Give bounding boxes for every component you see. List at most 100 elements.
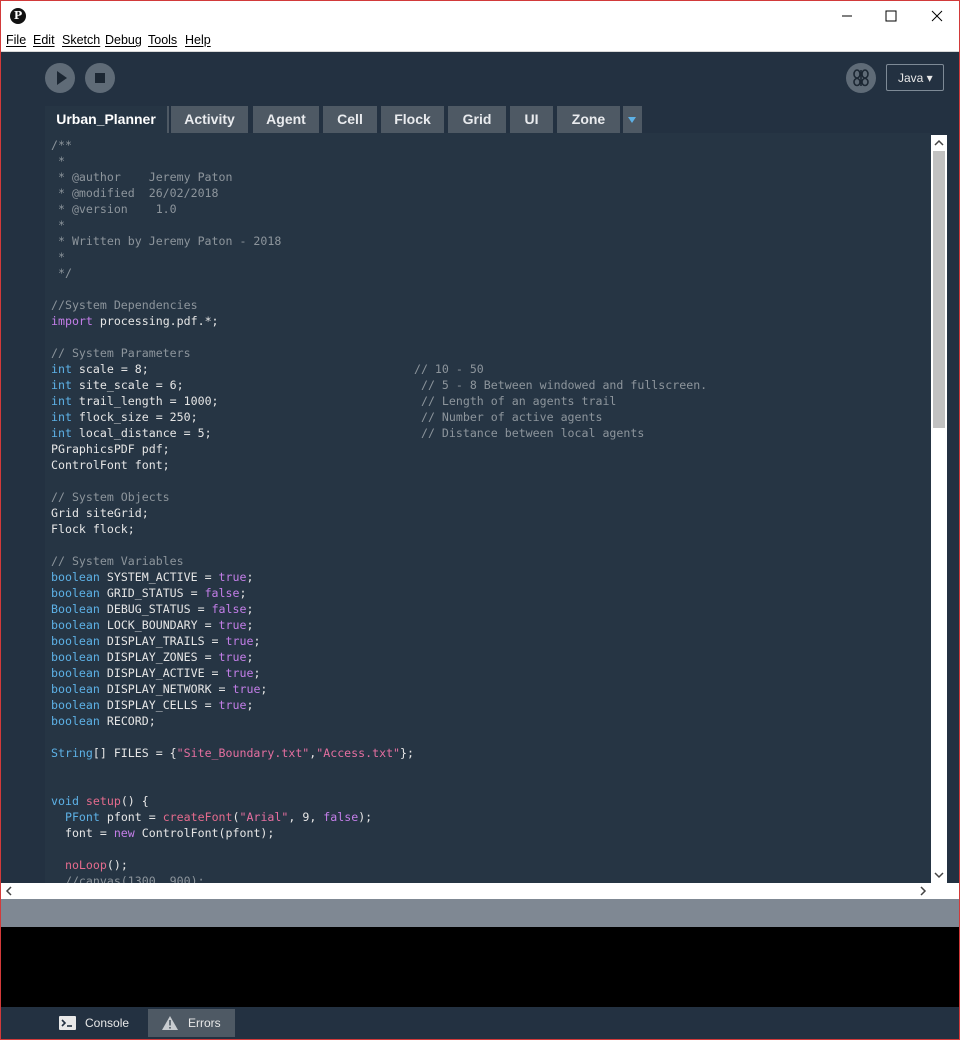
console-tab-label: Console bbox=[85, 1016, 130, 1030]
menu-sketch[interactable]: Sketch bbox=[62, 33, 100, 47]
code-token: GRID_STATUS = bbox=[99, 586, 205, 600]
code-line: 36boolean DISPLAY_CELLS = true; bbox=[45, 697, 707, 713]
code-token: * bbox=[51, 218, 65, 232]
tab-urban-planner[interactable]: Urban_Planner bbox=[45, 106, 169, 133]
code-token: new bbox=[113, 826, 135, 840]
code-line: 35boolean DISPLAY_NETWORK = true; bbox=[45, 681, 707, 697]
code-token: DISPLAY_CELLS = bbox=[99, 698, 219, 712]
code-token: * bbox=[51, 250, 65, 264]
maximize-icon bbox=[885, 10, 897, 22]
code-line: 4 * @modified 26/02/2018 bbox=[45, 185, 707, 201]
tab-zone[interactable]: Zone bbox=[557, 106, 620, 133]
tab-grid[interactable]: Grid bbox=[448, 106, 506, 133]
code-token: * @author Jeremy Paton bbox=[51, 170, 233, 184]
code-token: // System Variables bbox=[51, 554, 184, 568]
run-button[interactable] bbox=[45, 63, 75, 93]
code-line: 31boolean LOCK_BOUNDARY = true; bbox=[45, 617, 707, 633]
menu-file[interactable]: File bbox=[6, 33, 26, 47]
code-token: true bbox=[218, 618, 247, 632]
code-editor[interactable]: 1/**2 *3 * @author Jeremy Paton4 * @modi… bbox=[45, 133, 931, 883]
left-arrow-icon[interactable] bbox=[1, 883, 17, 899]
processing-logo-icon: P bbox=[10, 8, 26, 24]
menu-edit[interactable]: Edit bbox=[33, 33, 55, 47]
tab-cell[interactable]: Cell bbox=[323, 106, 377, 133]
toolbar: Java ▾ bbox=[1, 52, 959, 107]
code-line: 38 bbox=[45, 729, 707, 745]
code-line: 7 * Written by Jeremy Paton - 2018 bbox=[45, 233, 707, 249]
code-token: flock_size = 250; bbox=[71, 410, 421, 424]
code-line: 1/** bbox=[45, 137, 707, 153]
code-line: 11//System Dependencies bbox=[45, 297, 707, 313]
tab-flock[interactable]: Flock bbox=[381, 106, 444, 133]
code-token: "Arial" bbox=[239, 810, 289, 824]
code-token: "Access.txt" bbox=[316, 746, 401, 760]
stop-button[interactable] bbox=[85, 63, 115, 93]
code-token: DEBUG_STATUS = bbox=[99, 602, 212, 616]
code-token: true bbox=[225, 634, 254, 648]
maximize-button[interactable] bbox=[868, 1, 914, 31]
code-token: void bbox=[51, 794, 79, 808]
code-token: processing.pdf.*; bbox=[92, 314, 219, 328]
code-token: createFont bbox=[162, 810, 233, 824]
play-icon bbox=[57, 71, 67, 85]
code-token: DISPLAY_ZONES = bbox=[99, 650, 219, 664]
code-token: int bbox=[51, 410, 72, 424]
code-line: 43 PFont pfont = createFont("Arial", 9, … bbox=[45, 809, 707, 825]
tab-agent[interactable]: Agent bbox=[253, 106, 319, 133]
minimize-button[interactable] bbox=[824, 1, 870, 31]
code-line: 27// System Variables bbox=[45, 553, 707, 569]
code-token: boolean bbox=[51, 714, 100, 728]
close-icon bbox=[931, 10, 943, 22]
code-token: true bbox=[232, 682, 261, 696]
code-line: 44 font = new ControlFont(pfont); bbox=[45, 825, 707, 841]
code-line: 26 bbox=[45, 537, 707, 553]
code-token: PFont bbox=[64, 810, 100, 824]
code-token: [] FILES = { bbox=[92, 746, 177, 760]
code-line: 24Grid siteGrid; bbox=[45, 505, 707, 521]
code-token: // Length of an agents trail bbox=[420, 394, 617, 408]
warning-icon bbox=[162, 1016, 178, 1030]
status-bar bbox=[1, 899, 959, 927]
mode-selector[interactable]: Java ▾ bbox=[886, 64, 944, 91]
code-token: false bbox=[204, 586, 240, 600]
code-line: 29boolean GRID_STATUS = false; bbox=[45, 585, 707, 601]
tab-menu-button[interactable] bbox=[623, 106, 642, 133]
debugger-button[interactable] bbox=[846, 63, 876, 93]
vertical-scroll-thumb[interactable] bbox=[933, 151, 945, 428]
code-token: DISPLAY_ACTIVE = bbox=[99, 666, 226, 680]
down-arrow-icon[interactable] bbox=[931, 867, 947, 883]
code-token: true bbox=[218, 570, 247, 584]
code-token: SYSTEM_ACTIVE = bbox=[99, 570, 219, 584]
code-token: // 10 - 50 bbox=[413, 362, 484, 376]
code-line: 46 noLoop(); bbox=[45, 857, 707, 873]
right-arrow-icon[interactable] bbox=[915, 883, 931, 899]
code-token: ; bbox=[260, 682, 268, 696]
code-line: 22 bbox=[45, 473, 707, 489]
console-tab[interactable]: Console bbox=[45, 1009, 147, 1037]
code-line: 23// System Objects bbox=[45, 489, 707, 505]
code-token: site_scale = 6; bbox=[71, 378, 421, 392]
scroll-corner bbox=[931, 883, 959, 899]
code-token: LOCK_BOUNDARY = bbox=[99, 618, 219, 632]
code-token: //canvas(1300, 900); bbox=[51, 874, 205, 883]
errors-tab[interactable]: Errors bbox=[148, 1009, 235, 1037]
menu-debug[interactable]: Debug bbox=[105, 33, 142, 47]
tab-activity[interactable]: Activity bbox=[171, 106, 248, 133]
vertical-scrollbar[interactable] bbox=[931, 135, 947, 883]
code-line: 32boolean DISPLAY_TRAILS = true; bbox=[45, 633, 707, 649]
code-token: Flock flock; bbox=[51, 522, 135, 536]
console-output[interactable] bbox=[1, 927, 959, 1007]
close-button[interactable] bbox=[914, 1, 959, 31]
code-token: "Site_Boundary.txt" bbox=[176, 746, 310, 760]
horizontal-scrollbar[interactable] bbox=[1, 883, 931, 899]
tab-ui[interactable]: UI bbox=[510, 106, 553, 133]
menu-help[interactable]: Help bbox=[185, 33, 211, 47]
code-token: ; bbox=[246, 698, 254, 712]
code-token: boolean bbox=[51, 634, 100, 648]
code-token: boolean bbox=[51, 682, 100, 696]
code-token: PGraphicsPDF pdf; bbox=[51, 442, 170, 456]
up-arrow-icon[interactable] bbox=[931, 135, 947, 151]
menu-tools[interactable]: Tools bbox=[148, 33, 177, 47]
